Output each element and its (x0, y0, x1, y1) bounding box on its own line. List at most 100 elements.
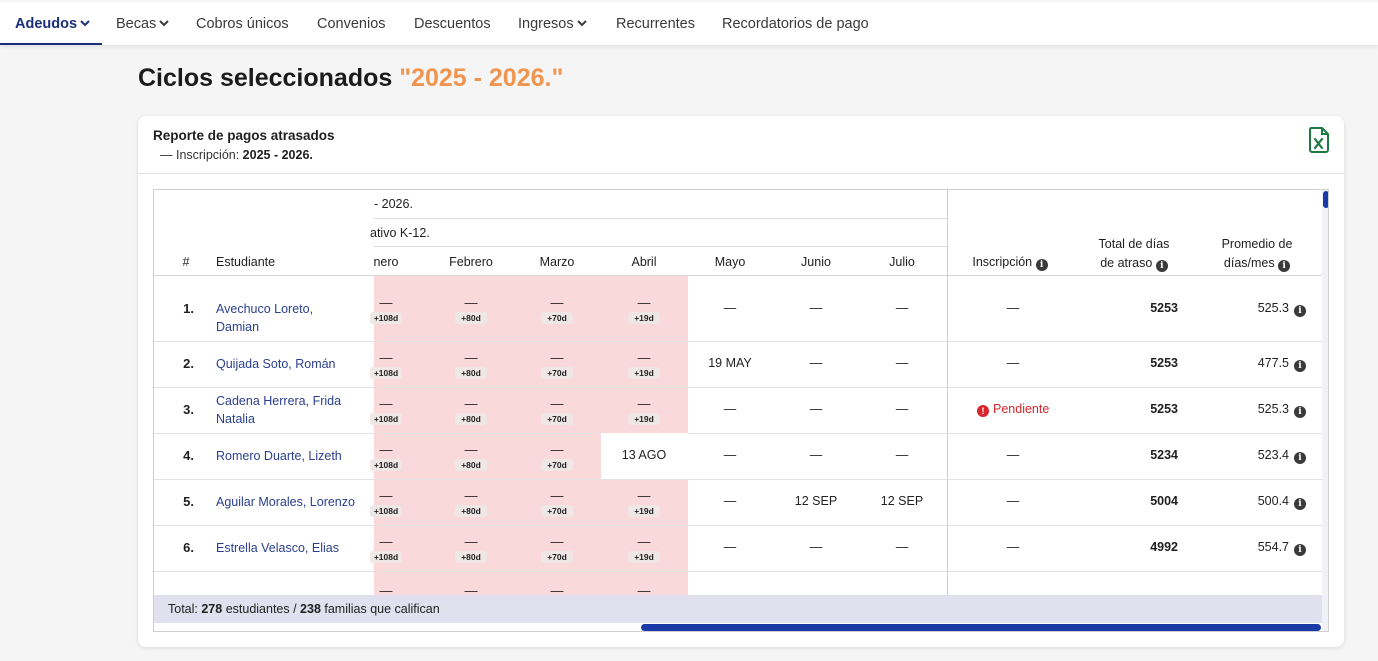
info-icon[interactable]: i (1155, 260, 1168, 272)
days-late-badge: +80d (455, 459, 487, 471)
col-header-month: Marzo (539, 255, 575, 269)
row-number: 2. (183, 356, 194, 371)
month-value: — (895, 300, 909, 315)
month-dash: — (464, 396, 478, 411)
days-late-badge: +19d (628, 367, 660, 379)
month-dash: — (550, 488, 564, 503)
info-icon[interactable]: i (1294, 452, 1306, 464)
total-days-late: 5234 (1150, 448, 1178, 462)
inscripcion-value: — (1006, 494, 1020, 508)
header-divider (374, 218, 948, 219)
month-value: — (895, 356, 909, 370)
info-icon[interactable]: i (1294, 406, 1306, 418)
tab-becas[interactable]: Becas (116, 2, 170, 46)
month-dash: — (379, 534, 393, 549)
tab-label: Convenios (317, 16, 386, 32)
vertical-scrollbar-track[interactable] (1322, 190, 1328, 631)
top-nav: Adeudos Becas Cobros únicos Convenios Descue… (0, 2, 1378, 46)
month-value: — (895, 448, 909, 462)
avg-value: 477.5 (1257, 356, 1289, 370)
info-icon[interactable]: i (1294, 498, 1306, 510)
info-icon[interactable]: i (1035, 259, 1048, 271)
info-icon[interactable]: i (1294, 304, 1306, 317)
col-header-avg-days: Promedio de días/mes i (1221, 237, 1293, 272)
days-late-badge: +19d (628, 413, 660, 425)
student-name-link[interactable]: Quijada Soto, Román (216, 355, 356, 373)
row-divider (154, 571, 1322, 572)
month-dash: — (464, 442, 478, 457)
tab-cobros-únicos[interactable]: Cobros únicos (196, 2, 289, 46)
horizontal-scrollbar-thumb[interactable] (641, 624, 1321, 631)
row-number: 4. (183, 448, 194, 463)
report-title: Reporte de pagos atrasados (153, 128, 335, 143)
student-name-link[interactable]: Cadena Herrera, Frida Natalia (216, 392, 356, 428)
days-late-badge: +70d (541, 367, 573, 379)
info-icon[interactable]: i (1294, 360, 1306, 372)
row-number: 5. (183, 494, 194, 509)
chevron-down-icon (159, 20, 170, 27)
col-header-total-days: Total de días de atraso i (1098, 237, 1170, 272)
report-table[interactable]: - 2026. ativo K-12. # Estudiante nero Feb… (153, 189, 1329, 632)
row-divider (154, 341, 1322, 342)
days-late-badge: +70d (541, 413, 573, 425)
days-late-badge: +19d (628, 505, 660, 517)
info-icon[interactable]: i (1278, 260, 1291, 272)
avg-value: 500.4 (1257, 494, 1289, 508)
tab-convenios[interactable]: Convenios (317, 2, 386, 46)
days-late-badge: +70d (541, 311, 573, 324)
avg-days-per-month: 500.4 i (1214, 494, 1306, 510)
month-value: — (809, 540, 823, 554)
month-value: — (723, 300, 737, 315)
month-value: 12 SEP (880, 494, 924, 508)
row-divider (154, 433, 1322, 434)
days-late-badge: +80d (455, 551, 487, 563)
col-header-number: # (182, 255, 190, 269)
month-dash: — (464, 488, 478, 503)
row-divider (154, 387, 1322, 388)
column-divider (947, 190, 948, 595)
month-value: — (809, 402, 823, 416)
student-name-link[interactable]: Romero Duarte, Lizeth (216, 447, 356, 465)
tab-label: Descuentos (414, 16, 491, 32)
header-bottom-line (154, 275, 1322, 276)
chevron-down-icon (80, 20, 90, 27)
selected-cycle: "2025 - 2026." (399, 64, 564, 92)
avg-days-per-month: 525.3 i (1214, 301, 1306, 317)
student-name-link[interactable]: Aguilar Morales, Lorenzo (216, 493, 356, 511)
avg-value: 554.7 (1257, 540, 1289, 554)
days-late-badge: +19d (628, 311, 660, 324)
month-dash: — (379, 442, 393, 457)
month-dash: — (464, 534, 478, 549)
vertical-scrollbar-thumb[interactable] (1323, 191, 1328, 208)
page-title: Ciclos seleccionados "2025 - 2026." (138, 64, 564, 92)
avg-value: 523.4 (1257, 448, 1289, 462)
student-name-link[interactable]: Estrella Velasco, Elias (216, 539, 356, 557)
days-late-badge: +108d (370, 551, 402, 563)
month-value: — (809, 300, 823, 315)
footer-summary: Total: 278 estudiantes / 238 familias qu… (168, 602, 440, 616)
total-days-late: 5253 (1150, 356, 1178, 370)
avg-days-per-month: 525.3 i (1214, 402, 1306, 418)
month-value: — (895, 402, 909, 416)
tab-recurrentes[interactable]: Recurrentes (616, 2, 695, 46)
days-late-badge: +108d (370, 311, 402, 324)
month-value: — (723, 402, 737, 416)
tab-ingresos[interactable]: Ingresos (518, 2, 588, 46)
row-number: 1. (183, 300, 194, 316)
student-name-link[interactable]: Avechuco Loreto, Damian (216, 300, 356, 336)
days-late-badge: +108d (370, 459, 402, 471)
month-dash: — (637, 350, 651, 365)
total-days-late: 4992 (1150, 540, 1178, 554)
tab-label: Adeudos (15, 16, 78, 32)
info-icon[interactable]: i (1294, 544, 1306, 556)
tab-label: Becas (116, 16, 157, 32)
month-dash: — (637, 396, 651, 411)
excel-icon[interactable] (1308, 127, 1330, 153)
tab-recordatorios-de-pago[interactable]: Recordatorios de pago (722, 2, 869, 46)
tab-descuentos[interactable]: Descuentos (414, 2, 491, 46)
row-number: 3. (183, 402, 194, 417)
inscripcion-value: — (1006, 540, 1020, 554)
row-divider (154, 525, 1322, 526)
month-dash: — (464, 294, 478, 310)
tab-adeudos[interactable]: Adeudos (15, 2, 91, 46)
